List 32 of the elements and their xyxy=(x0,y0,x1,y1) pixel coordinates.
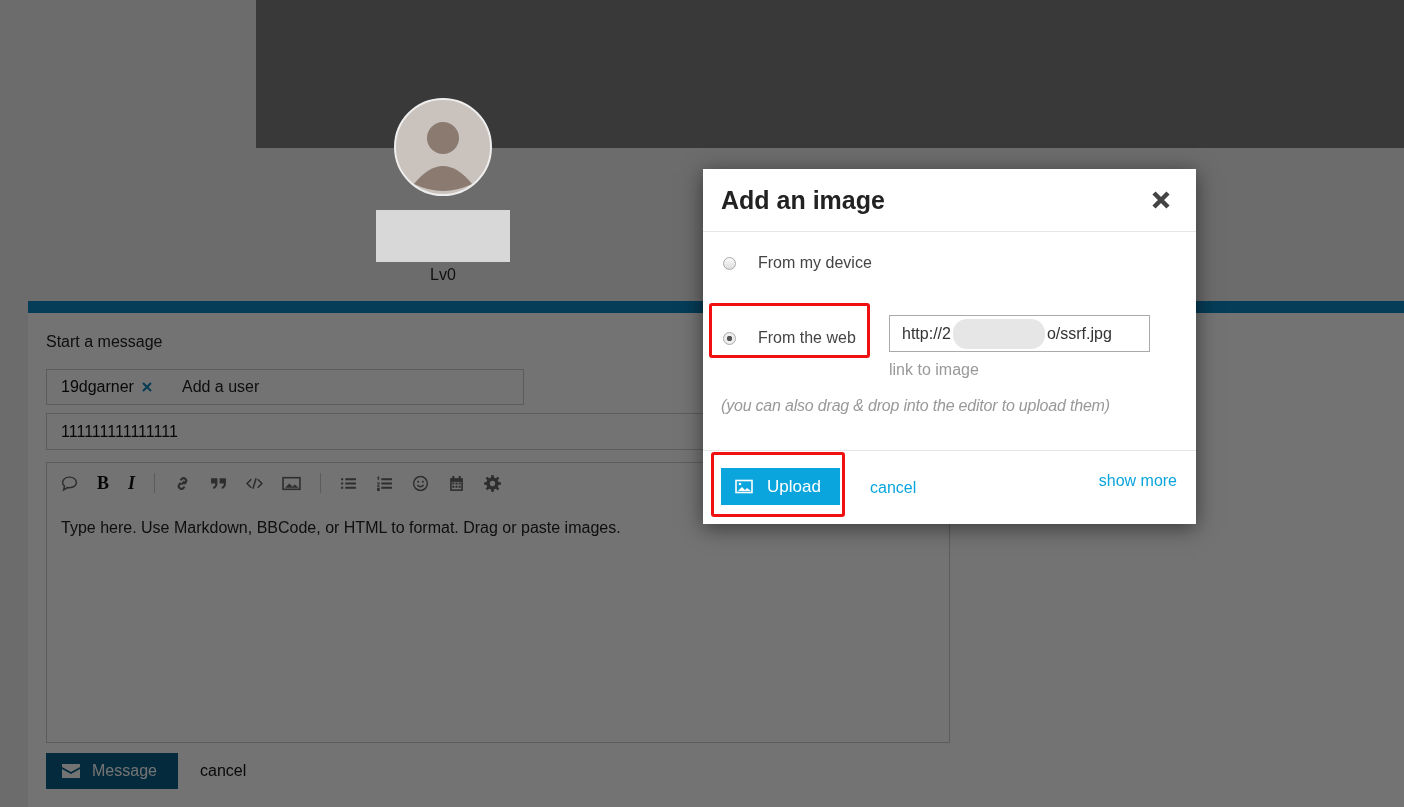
envelope-icon xyxy=(62,764,80,778)
field-hint: link to image xyxy=(889,361,980,379)
help-note: (you can also drag & drop into the editor to upload them) xyxy=(721,397,1111,415)
remove-icon[interactable] xyxy=(141,382,152,392)
radio-option[interactable]: From the web xyxy=(721,327,881,349)
user-level: Lv0 xyxy=(430,266,456,284)
calendar-icon[interactable] xyxy=(448,474,466,492)
speech-bubble-icon[interactable] xyxy=(61,474,78,492)
recipient-field[interactable]: 19dgarner Add a user xyxy=(46,369,524,405)
settings-icon[interactable] xyxy=(484,474,502,492)
recipient-chip[interactable]: 19dgarner xyxy=(61,378,182,396)
avatar-icon xyxy=(394,98,492,196)
radio-option[interactable]: From my device xyxy=(721,252,872,274)
form-heading: Start a message xyxy=(46,333,163,351)
smiley-icon[interactable] xyxy=(412,474,430,492)
cancel-link[interactable]: cancel xyxy=(200,762,247,780)
italic-button[interactable]: I xyxy=(128,473,136,493)
image-icon xyxy=(735,479,753,494)
upload-button[interactable]: Upload xyxy=(721,468,840,505)
image-icon[interactable] xyxy=(282,474,302,492)
radio-button[interactable] xyxy=(723,256,736,270)
dialog-title: Add an image xyxy=(721,185,885,215)
close-icon[interactable] xyxy=(1151,190,1171,210)
message-button[interactable]: Message xyxy=(46,753,178,789)
editor-placeholder: Type here. Use Markdown, BBCode, or HTML to format. Drag or paste images. xyxy=(61,519,621,537)
show-more-link[interactable]: show more xyxy=(1098,471,1177,490)
numbered-list-icon[interactable] xyxy=(376,474,394,492)
radio-button[interactable] xyxy=(723,331,736,345)
url-field[interactable]: http://2 o/ssrf.jpg xyxy=(889,315,1150,352)
bold-button[interactable]: B xyxy=(97,473,109,493)
recipient-placeholder: Add a user xyxy=(181,378,260,396)
cancel-link[interactable]: cancel xyxy=(870,478,917,497)
